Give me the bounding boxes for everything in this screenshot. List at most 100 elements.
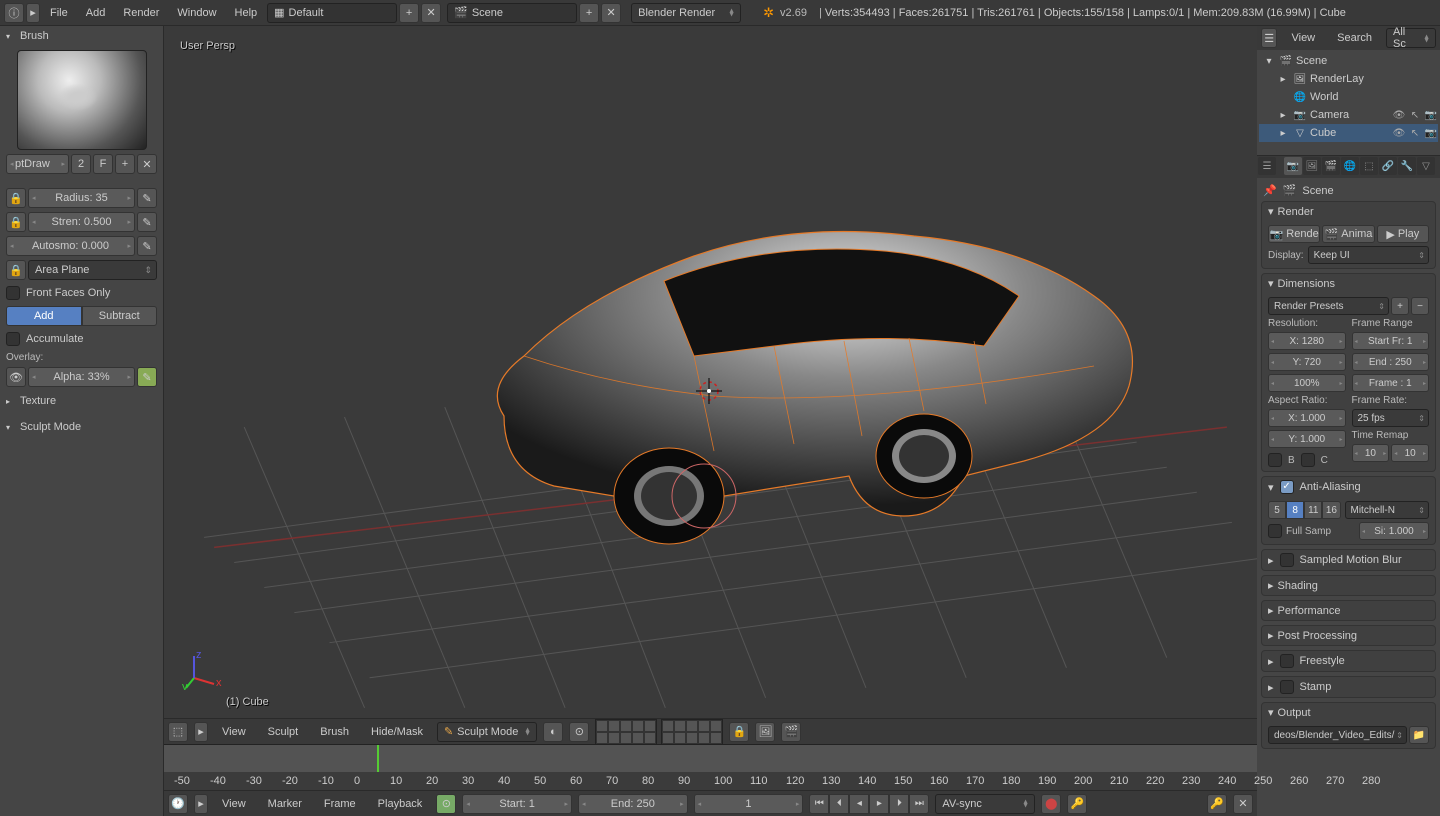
panel-performance-header[interactable]: ▸Performance	[1262, 601, 1435, 620]
mode-select[interactable]: ✎ Sculpt Mode	[437, 722, 537, 742]
panel-sampled-motion-blur-header[interactable]: ▸Sampled Motion Blur	[1262, 550, 1435, 570]
tl-menu-playback[interactable]: Playback	[370, 794, 431, 814]
start-frame-field[interactable]: Start: 1	[462, 794, 572, 814]
play-reverse-icon[interactable]: ◂	[849, 794, 869, 814]
start-fr-field[interactable]: Start Fr: 1	[1352, 332, 1430, 350]
remap-old-field[interactable]: 10	[1352, 444, 1390, 462]
animation-button[interactable]: 🎬Anima	[1322, 225, 1374, 243]
menu-file[interactable]: File	[42, 3, 76, 23]
3d-viewport[interactable]: User Persp	[164, 26, 1257, 718]
tab-editor-icon[interactable]: ☰	[1258, 157, 1276, 175]
end-fr-field[interactable]: End : 250	[1352, 353, 1430, 371]
tab-modifiers-icon[interactable]: 🔧	[1398, 157, 1416, 175]
vp-menu-brush[interactable]: Brush	[312, 722, 357, 742]
tree-row[interactable]: 🌐World	[1259, 88, 1438, 106]
tree-row[interactable]: ▸🖼RenderLay	[1259, 70, 1438, 88]
brush-fake-user[interactable]: F	[93, 154, 113, 174]
tab-world-icon[interactable]: 🌐	[1341, 157, 1359, 175]
tl-menu-view[interactable]: View	[214, 794, 254, 814]
brush-preview[interactable]	[17, 50, 147, 150]
tree-row[interactable]: ▸📷Camera👁↖📷	[1259, 106, 1438, 124]
timeline-canvas[interactable]	[164, 744, 1257, 772]
aa-5[interactable]: 5	[1268, 501, 1286, 519]
radius-lock-icon[interactable]: 🔒	[6, 188, 26, 208]
vp-collapse-icon[interactable]: ▸	[194, 722, 208, 742]
eye-icon[interactable]: 👁	[1392, 128, 1406, 139]
vp-menu-hidemask[interactable]: Hide/Mask	[363, 722, 431, 742]
vp-editor-type-icon[interactable]: ⬚	[168, 722, 188, 742]
tab-renderlayers-icon[interactable]: 🖼	[1303, 157, 1321, 175]
out-menu-search[interactable]: Search	[1329, 28, 1380, 48]
tab-render-icon[interactable]: 📷	[1284, 157, 1302, 175]
autosmooth-field[interactable]: Autosmo: 0.000	[6, 236, 135, 256]
panel-output-header[interactable]: ▾Output	[1262, 703, 1435, 722]
res-pct-field[interactable]: 100%	[1268, 374, 1346, 392]
scene-field[interactable]: 🎬 Scene	[447, 3, 577, 23]
brush-panel-header[interactable]: ▾Brush	[0, 26, 163, 46]
expand-icon[interactable]: ▸	[1276, 126, 1290, 140]
menu-help[interactable]: Help	[227, 3, 266, 23]
jump-start-icon[interactable]: ⏮	[809, 794, 829, 814]
aspect-x-field[interactable]: X: 1.000	[1268, 409, 1346, 427]
strength-pressure-icon[interactable]: ✎	[137, 212, 157, 232]
radius-field[interactable]: Radius: 35	[28, 188, 135, 208]
radius-pressure-icon[interactable]: ✎	[137, 188, 157, 208]
menu-add[interactable]: Add	[78, 3, 114, 23]
layout-del-icon[interactable]: ✕	[421, 3, 441, 23]
strength-field[interactable]: Stren: 0.500	[28, 212, 135, 232]
remap-new-field[interactable]: 10	[1391, 444, 1429, 462]
panel-freestyle-header[interactable]: ▸Freestyle	[1262, 651, 1435, 671]
brush-unlink-icon[interactable]: ✕	[137, 154, 157, 174]
autosmooth-pressure-icon[interactable]: ✎	[137, 236, 157, 256]
aa-16[interactable]: 16	[1322, 501, 1340, 519]
tl-collapse-icon[interactable]: ▸	[194, 794, 208, 814]
pivot-select-icon[interactable]: ⊙	[569, 722, 589, 742]
front-faces-check[interactable]: Front Faces Only	[6, 284, 157, 302]
keying-set-icon[interactable]: 🔑	[1067, 794, 1087, 814]
end-frame-field[interactable]: End: 250	[578, 794, 688, 814]
panel-stamp-header[interactable]: ▸Stamp	[1262, 677, 1435, 697]
tl-menu-marker[interactable]: Marker	[260, 794, 310, 814]
border-check[interactable]	[1268, 453, 1282, 467]
panel-check[interactable]	[1280, 654, 1294, 668]
tab-constraints-icon[interactable]: 🔗	[1379, 157, 1397, 175]
out-editor-type-icon[interactable]: ☰	[1261, 28, 1277, 48]
render-presets-select[interactable]: Render Presets	[1268, 297, 1389, 315]
out-filter-select[interactable]: All Sc	[1386, 28, 1436, 48]
tab-object-icon[interactable]: ⬚	[1360, 157, 1378, 175]
pin-icon[interactable]: 📌	[1263, 184, 1277, 197]
keyframe-prev-icon[interactable]: ⏴	[829, 794, 849, 814]
render-preview-icon[interactable]: 🖼	[755, 722, 775, 742]
output-path-field[interactable]: deos/Blender_Video_Edits/	[1268, 726, 1407, 744]
direction-add[interactable]: Add	[6, 306, 82, 326]
aspect-y-field[interactable]: Y: 1.000	[1268, 430, 1346, 448]
render-button[interactable]: 📷Rende	[1268, 225, 1320, 243]
cursor-icon[interactable]: ↖	[1408, 128, 1422, 139]
plane-lock-icon[interactable]: 🔒	[6, 260, 26, 280]
menu-window[interactable]: Window	[169, 3, 224, 23]
scene-del-icon[interactable]: ✕	[601, 3, 621, 23]
preset-add-icon[interactable]: +	[1391, 297, 1409, 315]
vp-menu-sculpt[interactable]: Sculpt	[260, 722, 307, 742]
overlay-alpha-field[interactable]: Alpha: 33%	[28, 367, 135, 387]
key-insert-icon[interactable]: 🔑	[1207, 794, 1227, 814]
play-rendered-button[interactable]: ▶Play	[1377, 225, 1429, 243]
expand-icon[interactable]	[1276, 90, 1290, 104]
res-y-field[interactable]: Y: 720	[1268, 353, 1346, 371]
overlay-toggle-icon[interactable]: 👁	[6, 367, 26, 387]
frame-step-field[interactable]: Frame : 1	[1352, 374, 1430, 392]
aa-size-field[interactable]: Si: 1.000	[1359, 522, 1429, 540]
jump-end-icon[interactable]: ⏭	[909, 794, 929, 814]
accumulate-check[interactable]: Accumulate	[6, 330, 157, 348]
expand-icon[interactable]: ▸	[1276, 108, 1290, 122]
panel-render-header[interactable]: ▾Render	[1262, 202, 1435, 221]
preset-del-icon[interactable]: −	[1411, 297, 1429, 315]
tl-menu-frame[interactable]: Frame	[316, 794, 364, 814]
tl-editor-type-icon[interactable]: 🕐	[168, 794, 188, 814]
tree-row[interactable]: ▾🎬Scene	[1259, 52, 1438, 70]
panel-shading-header[interactable]: ▸Shading	[1262, 576, 1435, 595]
current-frame-field[interactable]: 1	[694, 794, 804, 814]
eye-icon[interactable]: 👁	[1392, 110, 1406, 121]
tree-row[interactable]: ▸▽Cube👁↖📷	[1259, 124, 1438, 142]
expand-icon[interactable]: ▾	[1262, 54, 1276, 68]
